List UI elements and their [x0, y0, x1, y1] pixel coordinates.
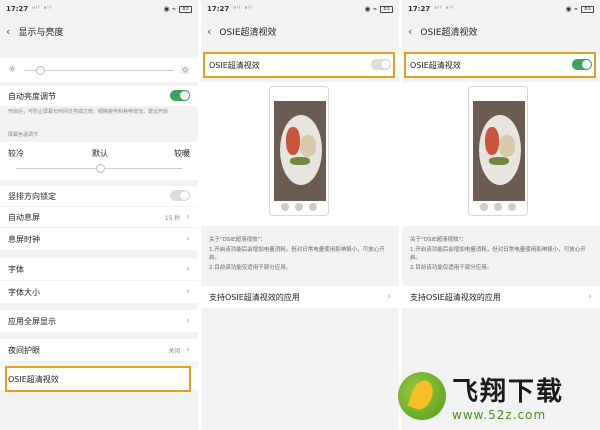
night-mode-value: 关闭: [168, 347, 181, 355]
page-title: 显示与亮度: [18, 27, 64, 38]
osie-row[interactable]: OSIE超清视效: [0, 368, 198, 390]
back-icon[interactable]: ‹: [6, 25, 10, 38]
back-icon[interactable]: ‹: [408, 25, 412, 38]
page-header: ‹ OSIE超清视效: [402, 18, 600, 44]
about-title: 关于"OSIE超清视效"：: [209, 237, 266, 243]
auto-brightness-row[interactable]: 自动亮度调节: [0, 86, 198, 106]
chevron-right-icon: ›: [186, 212, 190, 222]
auto-sleep-value: 15 秒: [164, 214, 181, 222]
supported-apps-label: 支持OSIE超清视效的应用: [410, 292, 501, 302]
chevron-right-icon: ›: [186, 316, 190, 326]
osie-toggle[interactable]: [371, 59, 391, 70]
chevron-right-icon: ›: [387, 292, 391, 302]
osie-toggle-label: OSIE超清视效: [410, 60, 461, 70]
font-label: 字体: [8, 264, 24, 274]
osie-toggle[interactable]: [572, 59, 592, 70]
temp-default-label: 默认: [92, 149, 108, 158]
night-mode-label: 夜间护眼: [8, 345, 40, 355]
back-icon[interactable]: ‹: [207, 25, 211, 38]
phone-preview-image: [269, 86, 329, 216]
about-item-1: 1.开启该功能后会增加电量消耗，但对日常电量使用影响极小，可放心开启。: [209, 247, 385, 261]
supported-apps-label: 支持OSIE超清视效的应用: [209, 292, 300, 302]
auto-brightness-toggle[interactable]: [170, 90, 190, 101]
screen-clock-label: 息屏时钟: [8, 234, 40, 244]
rotation-lock-label: 竖排方向锁定: [8, 191, 56, 201]
auto-brightness-note: 开启后，可防止屏幕长时间过亮或过暗，眼睛疲劳和耗电增加，建议开启: [8, 109, 169, 115]
font-size-label: 字体大小: [8, 287, 40, 297]
osie-screen-off: 17:27 ᵃˡˡ ᵃˡˡ ◉ ⌁ 83 ‹ OSIE超清视效 OSIE超清视效…: [201, 0, 399, 430]
about-item-2: 2.目前该功能仅适用于部分应用。: [209, 265, 292, 271]
chevron-right-icon: ›: [588, 292, 592, 302]
status-time: 17:27: [207, 5, 230, 13]
watermark-url: www.52z.com: [452, 407, 547, 422]
chevron-right-icon: ›: [186, 234, 190, 244]
sun-large-icon: ☼: [180, 63, 190, 77]
temp-cool-label: 较冷: [8, 149, 24, 158]
page-title: OSIE超清视效: [219, 27, 277, 38]
chevron-right-icon: ›: [186, 264, 190, 274]
signal-icon: ᵃˡˡ ᵃˡˡ: [32, 5, 52, 13]
fullscreen-apps-row[interactable]: 应用全屏显示 ›: [0, 310, 198, 332]
about-item-1: 1.开启该功能后会增加电量消耗，但对日常电量使用影响极小，可放心开启。: [410, 247, 586, 261]
page-title: OSIE超清视效: [420, 27, 478, 38]
auto-brightness-label: 自动亮度调节: [8, 91, 56, 101]
status-bar: 17:27 ᵃˡˡ ᵃˡˡ ◉ ⌁ 83: [402, 0, 600, 18]
status-icons: ◉ ⌁: [565, 5, 578, 13]
page-header: ‹ 显示与亮度: [0, 18, 198, 44]
rotation-lock-toggle[interactable]: [170, 190, 190, 201]
brightness-slider-handle[interactable]: [36, 66, 45, 75]
about-item-2: 2.目前该功能仅适用于部分应用。: [410, 265, 493, 271]
color-temp-slider-handle[interactable]: [96, 164, 105, 173]
osie-toggle-label: OSIE超清视效: [209, 60, 260, 70]
osie-screen-on: 17:27 ᵃˡˡ ᵃˡˡ ◉ ⌁ 83 ‹ OSIE超清视效 OSIE超清视效…: [402, 0, 600, 430]
supported-apps-row[interactable]: 支持OSIE超清视效的应用 ›: [201, 286, 399, 308]
chevron-right-icon: ›: [186, 345, 190, 355]
osie-label: OSIE超清视效: [8, 374, 59, 384]
status-icons: ◉ ⌁: [163, 5, 176, 13]
battery-icon: 83: [380, 5, 393, 13]
watermark: 飞翔下载 www.52z.com: [398, 368, 594, 424]
osie-toggle-row[interactable]: OSIE超清视效: [402, 54, 600, 76]
phone-preview-image: [468, 86, 528, 216]
site-logo-icon: [398, 372, 446, 420]
font-row[interactable]: 字体 ›: [0, 258, 198, 280]
fullscreen-apps-label: 应用全屏显示: [8, 316, 56, 326]
chevron-right-icon: ›: [186, 287, 190, 297]
brightness-slider-track[interactable]: [24, 70, 174, 71]
night-mode-row[interactable]: 夜间护眼 关闭 ›: [0, 339, 198, 361]
status-time: 17:27: [408, 5, 431, 13]
temp-warm-label: 较暖: [174, 149, 190, 158]
screen-clock-row[interactable]: 息屏时钟 ›: [0, 228, 198, 250]
supported-apps-row[interactable]: 支持OSIE超清视效的应用 ›: [402, 286, 600, 308]
font-size-row[interactable]: 字体大小 ›: [0, 281, 198, 303]
status-icons: ◉ ⌁: [364, 5, 377, 13]
signal-icon: ᵃˡˡ ᵃˡˡ: [233, 5, 253, 13]
page-header: ‹ OSIE超清视效: [201, 18, 399, 44]
status-time: 17:27: [6, 5, 29, 13]
rotation-lock-row[interactable]: 竖排方向锁定: [0, 186, 198, 206]
color-temp-row: 较冷 默认 较暖: [0, 142, 198, 180]
watermark-title: 飞翔下载: [452, 376, 565, 407]
signal-icon: ᵃˡˡ ᵃˡˡ: [434, 5, 454, 13]
food-photo: [473, 101, 525, 201]
status-bar: 17:27 ᵃˡˡ ᵃˡˡ ◉ ⌁ 83: [201, 0, 399, 18]
status-bar: 17:27 ᵃˡˡ ᵃˡˡ ◉ ⌁ 83: [0, 0, 198, 18]
about-title: 关于"OSIE超清视效"：: [410, 237, 467, 243]
battery-icon: 83: [581, 5, 594, 13]
color-temp-header: 屏幕色温调节: [8, 132, 39, 138]
display-brightness-screen: 17:27 ᵃˡˡ ᵃˡˡ ◉ ⌁ 83 ‹ 显示与亮度 ☼ ☼ 自动亮度调节 …: [0, 0, 198, 430]
food-photo: [274, 101, 326, 201]
battery-icon: 83: [179, 5, 192, 13]
auto-sleep-label: 自动息屏: [8, 212, 40, 222]
sun-small-icon: ☼: [8, 65, 17, 75]
osie-toggle-row[interactable]: OSIE超清视效: [201, 54, 399, 76]
auto-sleep-row[interactable]: 自动息屏 15 秒 ›: [0, 207, 198, 227]
